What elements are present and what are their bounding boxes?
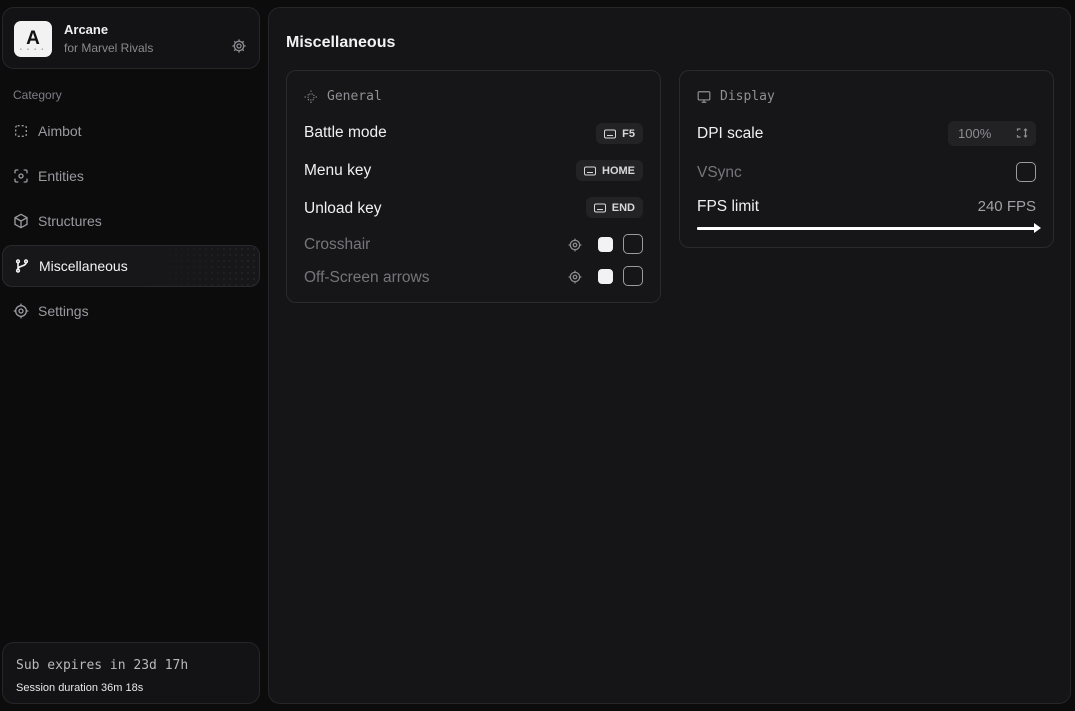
cube-icon [14,213,28,229]
page-title: Miscellaneous [286,34,396,51]
scan-target-icon [14,169,28,183]
sidebar: A • • • • Arcane for Marvel Rivals Categ… [0,0,262,711]
keyboard-icon [593,203,606,212]
keyboard-icon [584,166,596,175]
unload-key-label: Unload key [304,200,382,217]
sidebar-item-structures[interactable]: Structures [2,200,260,242]
sub-expires-text: Sub expires in 23d 17h [16,658,189,673]
app-subtitle: for Marvel Rivals [64,41,154,55]
gear-icon[interactable] [568,270,582,284]
dpi-scale-value: 100% [958,126,992,141]
fps-slider-thumb[interactable] [1034,223,1041,233]
chevron-updown-icon [1016,128,1028,138]
main-panel: Miscellaneous General Battle mode F5 Men… [268,7,1071,704]
sidebar-item-miscellaneous[interactable]: Miscellaneous [2,245,260,287]
sidebar-item-label: Structures [38,213,102,229]
unload-key-key: END [611,201,635,214]
sidebar-item-aimbot[interactable]: Aimbot [2,110,260,152]
crosshair-checkbox[interactable] [623,234,643,254]
display-panel: Display DPI scale 100% VSync FPS limit 2… [679,70,1054,248]
dpi-scale-label: DPI scale [697,125,764,142]
offscreen-color-swatch[interactable] [598,269,613,284]
app-name: Arcane [64,22,109,37]
subscription-footer: Sub expires in 23d 17h Session duration … [2,642,260,704]
gear-icon[interactable] [231,38,247,54]
crosshair-color-swatch[interactable] [598,237,613,252]
menu-key-key: HOME [602,164,635,177]
sun-icon [304,90,318,103]
general-heading: General [304,89,382,104]
battle-mode-keybind[interactable]: F5 [596,123,643,144]
dpi-scale-select[interactable]: 100% [948,121,1036,146]
category-label: Category [13,88,62,102]
offscreen-arrows-label: Off-Screen arrows [304,269,430,286]
fps-limit-value: 240 FPS [977,198,1036,215]
sidebar-item-label: Miscellaneous [39,258,128,274]
app-logo: A • • • • [14,21,52,57]
sidebar-item-settings[interactable]: Settings [2,290,260,332]
sidebar-item-entities[interactable]: Entities [2,155,260,197]
git-branch-icon [15,259,29,273]
session-duration-text: Session duration 36m 18s [16,682,144,694]
display-heading: Display [697,89,775,104]
keyboard-icon [604,129,617,138]
vsync-label: VSync [697,164,742,181]
crosshair-label: Crosshair [304,236,371,253]
menu-key-keybind[interactable]: HOME [576,160,643,181]
sidebar-item-label: Aimbot [38,123,82,139]
fps-slider-fill [697,227,1037,230]
fps-limit-slider[interactable] [697,223,1041,233]
battle-mode-key: F5 [622,127,635,140]
sidebar-item-label: Settings [38,303,89,319]
menu-key-label: Menu key [304,162,372,179]
unload-key-keybind[interactable]: END [585,197,643,218]
vsync-checkbox[interactable] [1016,162,1036,182]
dashed-square-icon [15,125,27,137]
offscreen-arrows-checkbox[interactable] [623,266,643,286]
battle-mode-label: Battle mode [304,124,387,141]
fps-limit-label: FPS limit [697,198,759,215]
display-heading-label: Display [720,89,775,104]
sidebar-item-label: Entities [38,168,84,184]
general-panel: General Battle mode F5 Menu key HOME Unl… [286,70,661,303]
gear-icon [13,303,29,319]
brand-card: A • • • • Arcane for Marvel Rivals [2,7,260,69]
gear-icon[interactable] [568,238,582,252]
monitor-icon [697,90,711,103]
general-heading-label: General [327,89,382,104]
